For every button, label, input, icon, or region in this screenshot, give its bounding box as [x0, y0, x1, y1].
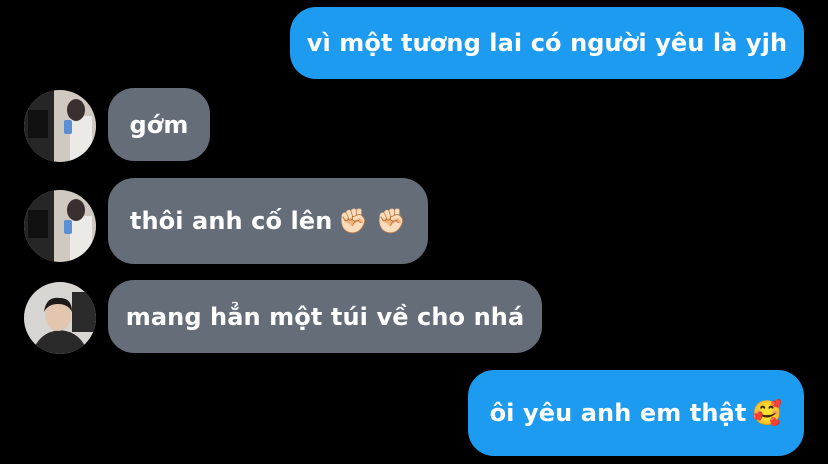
message-text: ôi yêu anh em thật [489, 399, 747, 427]
avatar[interactable] [24, 90, 96, 162]
message-text: vì một tương lai có người yêu là yjh [306, 29, 788, 57]
smiling-face-with-hearts-icon: 🥰 [752, 399, 783, 427]
message-text: mang hẳn một túi về cho nhá [125, 302, 525, 331]
message-bubble-outgoing[interactable]: vì một tương lai có người yêu là yjh [290, 7, 804, 79]
message-text: gớm [129, 110, 189, 139]
avatar[interactable] [24, 190, 96, 262]
avatar[interactable] [24, 282, 96, 354]
portrait-avatar-image [24, 282, 96, 354]
message-bubble-incoming[interactable]: gớm [108, 88, 210, 161]
message-bubble-outgoing[interactable]: ôi yêu anh em thật 🥰 [468, 370, 804, 456]
fist-emoji-icon: ✊🏻 ✊🏻 [338, 207, 407, 235]
message-bubble-incoming[interactable]: mang hẳn một túi về cho nhá [108, 280, 542, 353]
message-bubble-incoming[interactable]: thôi anh cố lên ✊🏻 ✊🏻 [108, 178, 428, 264]
mirror-selfie-avatar-image [24, 190, 96, 262]
mirror-selfie-avatar-image [24, 90, 96, 162]
message-text: thôi anh cố lên [129, 207, 333, 235]
